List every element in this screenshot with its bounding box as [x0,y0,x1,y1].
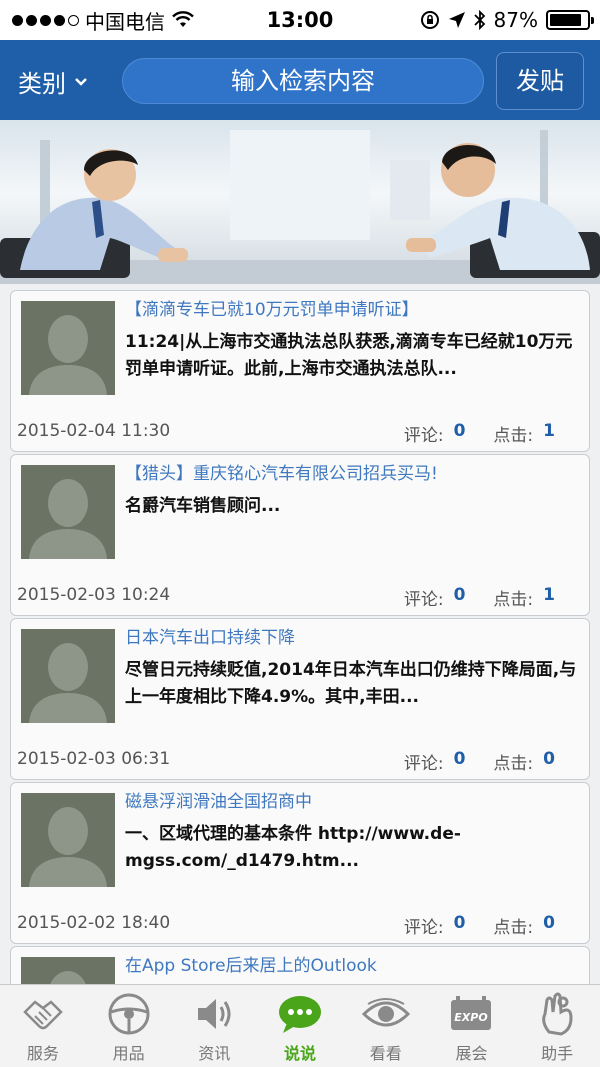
comments-label: 评论: [403,590,444,610]
comments-count: 0 [453,913,466,933]
tab-label: 看看 [369,1044,402,1063]
post-title[interactable]: 【猎头】重庆铭心汽车有限公司招兵买马! [125,459,438,484]
clicks-label: 点击: [493,590,534,610]
tab-label: 服务 [26,1044,59,1063]
steering-wheel-icon [108,993,150,1035]
banner-illustration [0,130,600,284]
tab-expo[interactable]: EXPO 展会 [429,985,515,1067]
tab-service[interactable]: 服务 [0,985,86,1067]
post-card[interactable]: 【猎头】重庆铭心汽车有限公司招兵买马! 名爵汽车销售顾问... 2015-02-… [10,454,590,616]
tab-label: 用品 [112,1044,145,1063]
banner-image[interactable] [0,120,600,284]
search-input[interactable]: 输入检索内容 [122,58,484,104]
comments-label: 评论: [403,918,444,938]
post-button[interactable]: 发贴 [496,52,584,110]
tab-supplies[interactable]: 用品 [86,985,172,1067]
clicks-count: 1 [543,421,555,441]
post-card[interactable]: 在App Store后来居上的Outlook [10,946,590,984]
comments-count: 0 [453,585,466,605]
tab-talk[interactable]: 说说 [257,985,343,1067]
post-list: 【滴滴专车已就10万元罚单申请听证】 11:24|从上海市交通执法总队获悉,滴滴… [0,284,600,984]
avatar-placeholder [21,301,115,395]
post-title[interactable]: 【滴滴专车已就10万元罚单申请听证】 [125,295,419,320]
tab-news[interactable]: 资讯 [171,985,257,1067]
tab-assistant[interactable]: 助手 [514,985,600,1067]
person-silhouette-icon [29,807,107,887]
person-silhouette-icon [29,479,107,559]
post-date: 2015-02-04 11:30 [17,421,171,441]
location-arrow-icon [448,12,465,28]
comments-label: 评论: [403,754,444,774]
eye-icon [361,998,410,1027]
clicks-count: 1 [543,585,555,605]
post-excerpt: 11:24|从上海市交通执法总队获悉,滴滴专车已经就10万元罚单申请听证。此前,… [125,332,573,379]
post-stats: 评论: 0 点击: 0 [404,913,555,938]
expo-icon: EXPO [451,996,492,1030]
category-label: 类别 [18,70,66,98]
tab-watch[interactable]: 看看 [343,985,429,1067]
top-nav-bar: 类别 输入检索内容 发贴 [0,40,600,120]
post-date: 2015-02-03 06:31 [17,749,171,769]
comments-count: 0 [453,421,466,441]
post-title[interactable]: 日本汽车出口持续下降 [125,623,295,648]
post-card[interactable]: 【滴滴专车已就10万元罚单申请听证】 11:24|从上海市交通执法总队获悉,滴滴… [10,290,590,452]
speaker-icon [198,999,231,1029]
person-silhouette-icon [29,315,107,395]
post-date: 2015-02-03 10:24 [17,585,171,605]
status-right: 87% [420,8,594,32]
clicks-label: 点击: [493,754,534,774]
battery-icon [546,10,594,30]
handshake-icon [23,1000,63,1030]
post-date: 2015-02-02 18:40 [17,913,171,933]
post-card[interactable]: 日本汽车出口持续下降 尽管日元持续贬值,2014年日本汽车出口仍维持下降局面,与… [10,618,590,780]
post-title[interactable]: 磁悬浮润滑油全国招商中 [125,787,312,812]
clicks-label: 点击: [493,426,534,446]
svg-text:EXPO: EXPO [455,1011,488,1024]
avatar-placeholder [21,629,115,723]
post-excerpt: 一、区域代理的基本条件 http://www.de-mgss.com/_d147… [125,824,461,871]
clicks-count: 0 [543,913,555,933]
comments-count: 0 [453,749,466,769]
bottom-tab-bar: 服务 用品 资讯 说说 看看 EXPO 展会 助手 [0,984,600,1067]
post-stats: 评论: 0 点击: 0 [404,749,555,774]
status-bar: 中国电信 13:00 87% [0,0,600,40]
post-stats: 评论: 0 点击: 1 [404,585,555,610]
tab-label: 资讯 [198,1044,231,1063]
tab-label: 说说 [284,1044,317,1063]
post-card[interactable]: 磁悬浮润滑油全国招商中 一、区域代理的基本条件 http://www.de-mg… [10,782,590,944]
clicks-label: 点击: [493,918,534,938]
tab-label: 助手 [541,1044,574,1063]
rotation-lock-icon [420,11,439,29]
battery-percent: 87% [493,8,538,32]
chevron-down-icon [75,77,87,86]
post-stats: 评论: 0 点击: 1 [404,421,555,446]
person-silhouette-icon [29,643,107,723]
post-excerpt: 尽管日元持续贬值,2014年日本汽车出口仍维持下降局面,与上一年度相比下降4.9… [125,660,577,707]
helper-hand-icon [542,992,573,1036]
avatar-placeholder [21,465,115,559]
post-title[interactable]: 在App Store后来居上的Outlook [125,951,377,976]
chat-bubble-icon [279,996,322,1033]
bluetooth-icon [473,10,485,30]
post-excerpt: 名爵汽车销售顾问... [125,496,281,516]
avatar-placeholder [21,793,115,887]
category-dropdown[interactable]: 类别 [18,64,88,99]
clicks-count: 0 [543,749,555,769]
comments-label: 评论: [403,426,444,446]
person-silhouette-icon [50,971,86,984]
tab-label: 展会 [455,1044,488,1063]
avatar-placeholder [21,957,115,984]
